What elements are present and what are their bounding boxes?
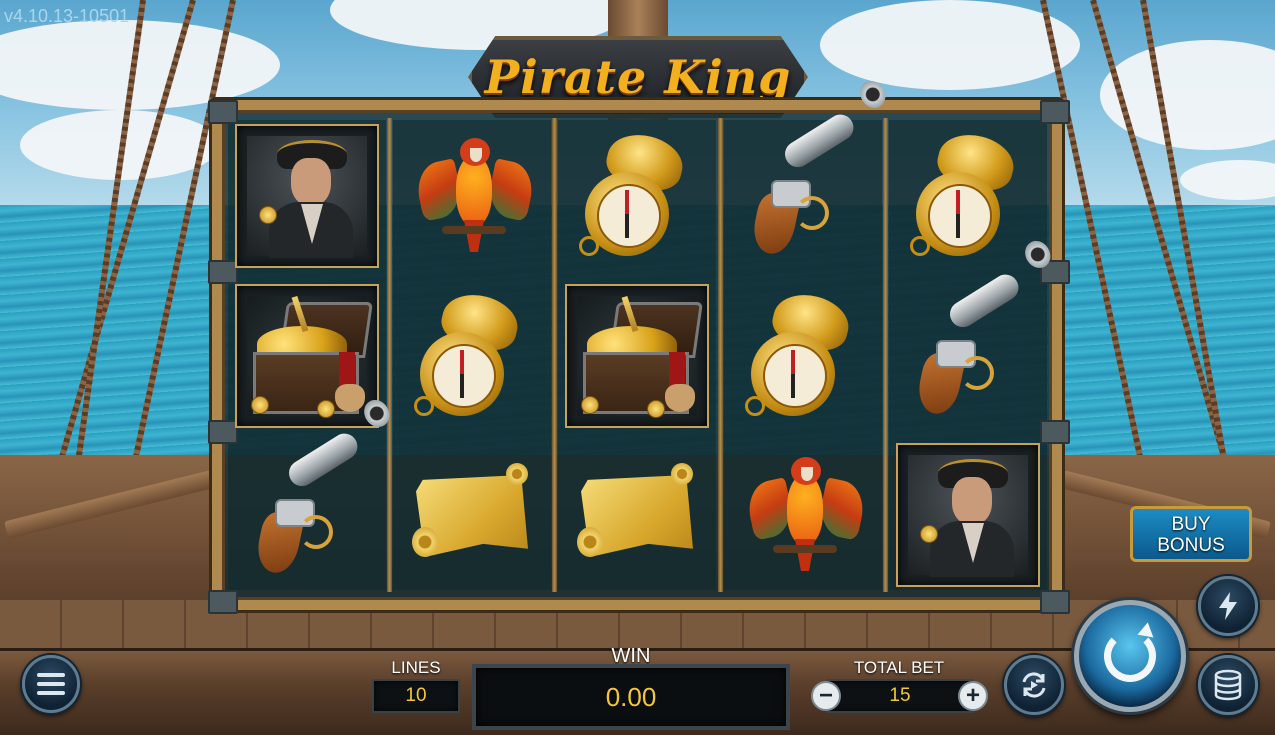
symbol-treasure-chest — [565, 284, 709, 428]
pistol-icon — [743, 76, 891, 258]
symbol-treasure-map — [400, 443, 544, 587]
coins-button[interactable] — [1198, 655, 1258, 715]
symbol-pirate — [896, 443, 1040, 587]
frame-bracket — [208, 100, 238, 124]
frame-bracket — [1040, 420, 1070, 444]
autoplay-button[interactable] — [1004, 655, 1064, 715]
lightning-icon — [1219, 592, 1237, 620]
parrot-icon — [412, 136, 538, 256]
reel-divider — [718, 118, 723, 592]
symbol-pistol — [896, 236, 1056, 428]
reel-divider — [387, 118, 392, 592]
symbol-compass — [565, 124, 709, 268]
frame-bracket — [208, 420, 238, 444]
pirate-icon — [247, 136, 367, 258]
menu-icon — [37, 673, 65, 695]
lines-label: LINES — [391, 658, 441, 677]
pistol-icon — [908, 236, 1056, 418]
frame-bracket — [1040, 100, 1070, 124]
bet-increase-button[interactable]: + — [958, 681, 988, 711]
coin-stack-icon — [1214, 669, 1242, 701]
treasure-chest-icon — [247, 295, 373, 418]
pirate-icon — [908, 455, 1028, 577]
compass-icon — [577, 127, 697, 256]
spin-icon — [1104, 630, 1156, 682]
pistol-icon — [247, 395, 395, 577]
reel-divider — [552, 118, 557, 592]
symbol-compass — [731, 284, 875, 428]
treasure-map-icon — [577, 455, 697, 575]
frame-bracket — [1040, 590, 1070, 614]
buy-bonus-label-line1: BUY — [1171, 514, 1211, 535]
compass-icon — [412, 287, 532, 416]
total-bet-value: 15 — [826, 679, 974, 713]
cloud — [820, 0, 1080, 90]
menu-button[interactable] — [22, 655, 80, 713]
treasure-map-icon — [412, 455, 532, 575]
win-value: 0.00 — [605, 682, 657, 712]
symbol-pistol — [235, 395, 395, 587]
spin-button[interactable] — [1074, 600, 1186, 712]
symbol-pistol — [731, 76, 891, 268]
total-bet-label: TOTAL BET — [853, 658, 945, 677]
parrot-icon — [743, 455, 869, 575]
symbol-treasure-chest — [235, 284, 379, 428]
treasure-chest-icon — [577, 295, 703, 418]
frame-bracket — [208, 260, 238, 284]
turbo-button[interactable] — [1198, 576, 1258, 636]
reel-divider — [883, 118, 888, 592]
version-label: v4.10.13-10501 — [4, 6, 130, 26]
lines-value: 10 — [372, 679, 460, 713]
autoplay-icon — [1022, 672, 1046, 698]
compass-icon — [743, 287, 863, 416]
symbol-treasure-map — [565, 443, 709, 587]
buy-bonus-label-line2: BONUS — [1157, 535, 1225, 556]
symbol-parrot — [400, 124, 544, 268]
symbol-parrot — [731, 443, 875, 587]
compass-icon — [908, 127, 1028, 256]
buy-bonus-button[interactable]: BUY BONUS — [1130, 506, 1252, 562]
frame-bracket — [208, 590, 238, 614]
symbol-compass — [400, 284, 544, 428]
symbol-pirate — [235, 124, 379, 268]
bet-decrease-button[interactable]: − — [811, 681, 841, 711]
win-display: 0.00 — [472, 664, 790, 730]
symbol-compass — [896, 124, 1040, 268]
